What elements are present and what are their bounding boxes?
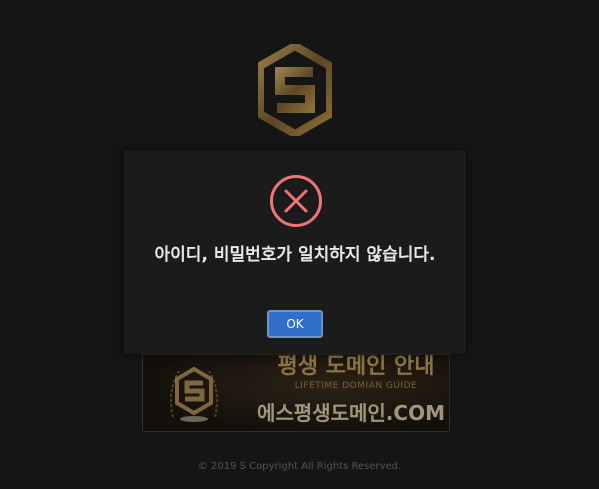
alert-dialog: 아이디, 비밀번호가 일치하지 않습니다. OK: [124, 150, 466, 354]
alert-message: 아이디, 비밀번호가 일치하지 않습니다.: [154, 245, 436, 265]
error-x-circle-icon: [270, 175, 322, 227]
ok-button[interactable]: OK: [267, 310, 323, 338]
